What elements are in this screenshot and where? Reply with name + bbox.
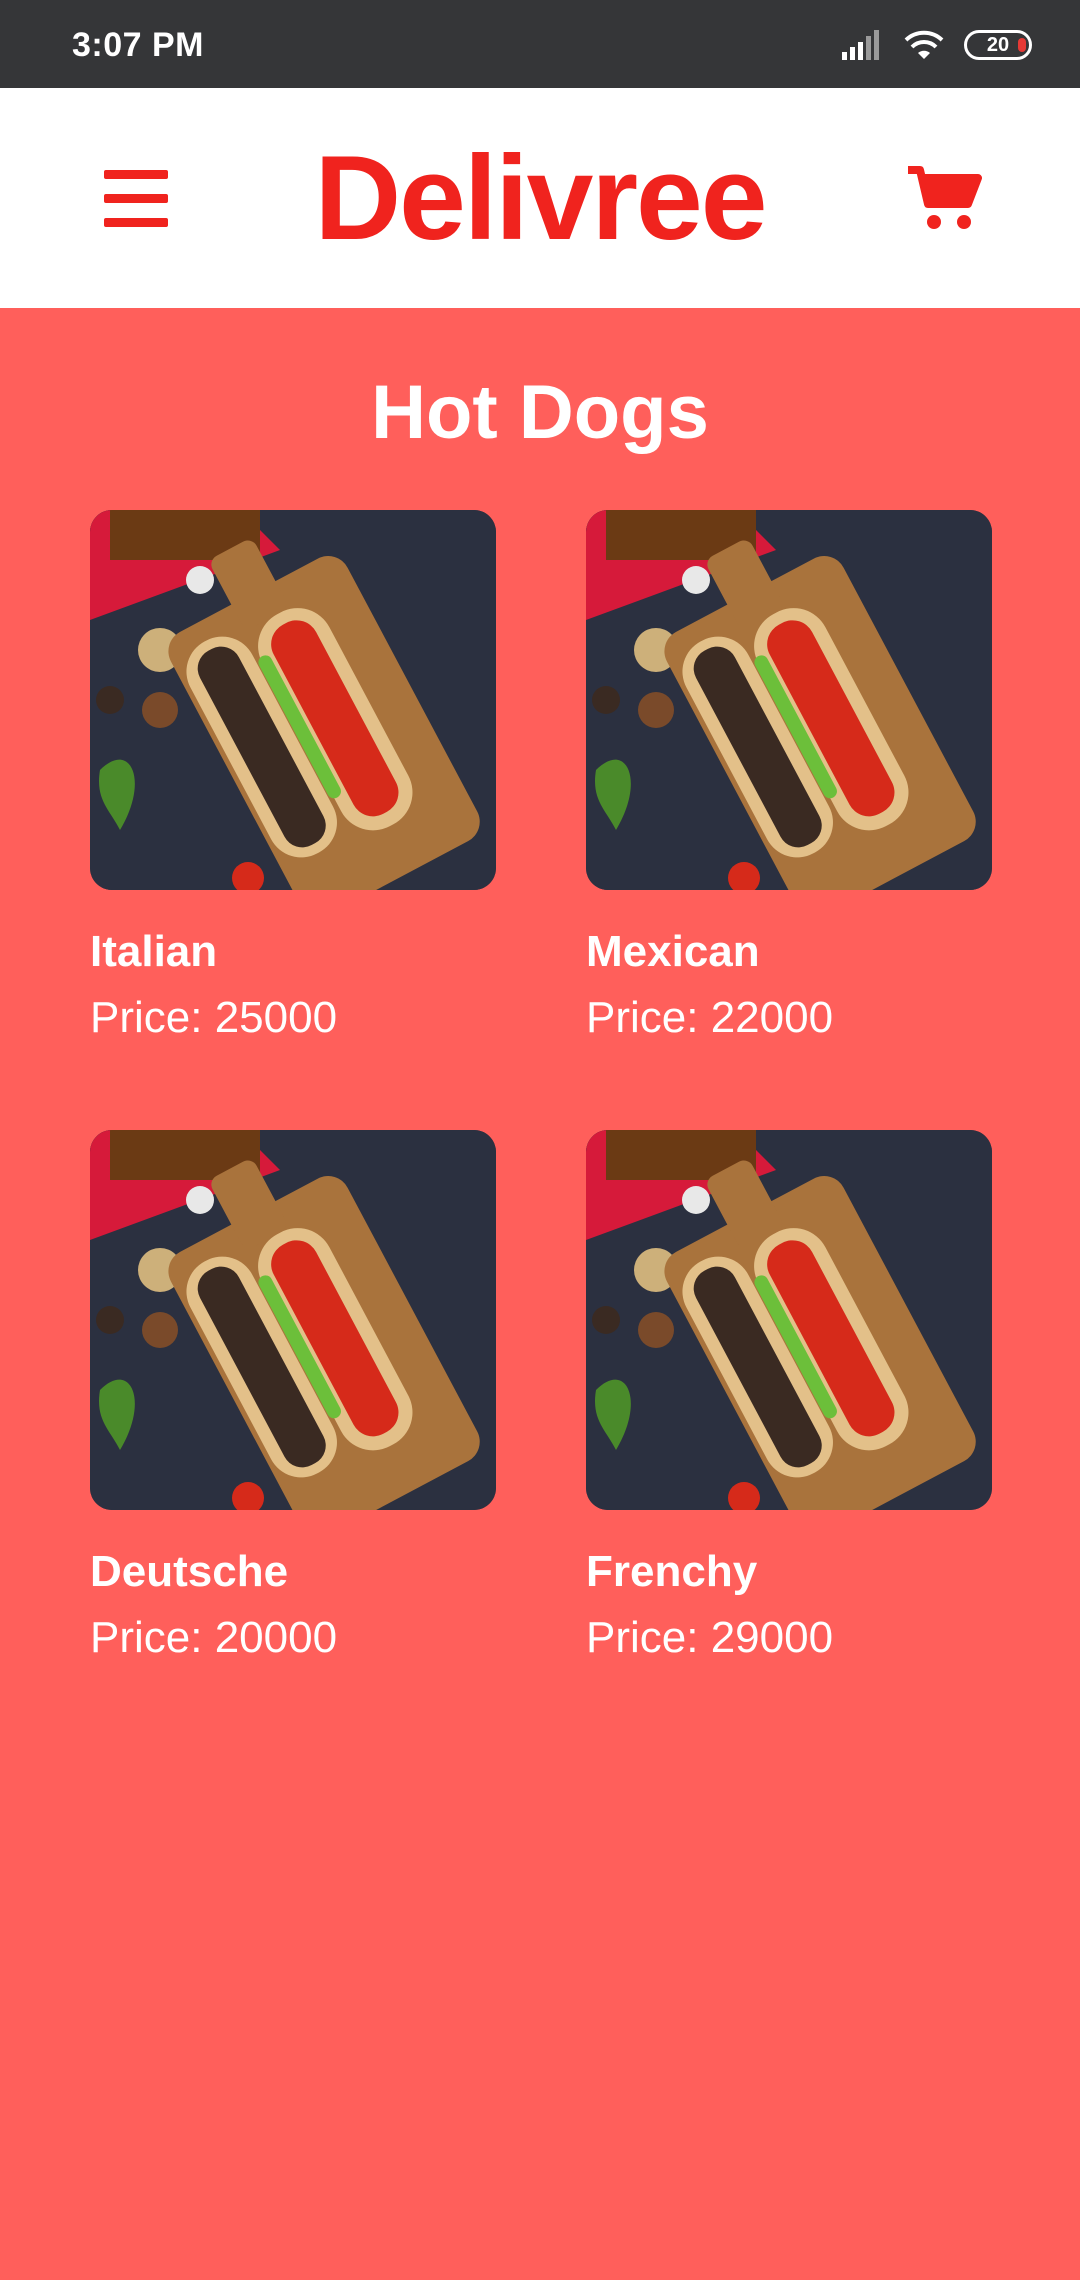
battery-level: 20 [986, 33, 1010, 56]
battery-low-indicator [1018, 38, 1026, 52]
product-card-frenchy[interactable]: Frenchy Price: 29000 [586, 1130, 992, 1664]
status-time: 3:07 PM [72, 26, 204, 64]
product-price: Price: 20000 [90, 1613, 338, 1662]
product-image[interactable] [90, 1130, 496, 1510]
category-title: Hot Dogs [371, 370, 709, 455]
product-card-deutsche[interactable]: Deutsche Price: 20000 [90, 1130, 496, 1664]
main-content: Hot Dogs Italian Price: 25000 Mexican Pr… [0, 308, 1080, 2280]
battery-icon: 20 [964, 30, 1032, 60]
status-bar: 3:07 PM 20 [0, 0, 1080, 88]
app-header: Delivree [0, 88, 1080, 308]
product-name: Italian [90, 927, 218, 976]
product-image[interactable] [90, 510, 496, 890]
product-image[interactable] [586, 510, 992, 890]
status-icons: 20 [840, 28, 1032, 62]
signal-icon [842, 30, 879, 60]
product-name: Deutsche [90, 1547, 289, 1596]
product-card-italian[interactable]: Italian Price: 25000 [90, 510, 496, 1044]
product-image[interactable] [586, 1130, 992, 1510]
brand-logo: Delivree [314, 131, 768, 265]
wifi-icon [904, 30, 944, 59]
shopping-cart-icon[interactable] [906, 164, 982, 234]
hamburger-menu-icon[interactable] [104, 170, 168, 228]
product-name: Mexican [586, 927, 760, 976]
product-price: Price: 25000 [90, 993, 338, 1042]
product-name: Frenchy [586, 1547, 758, 1596]
product-price: Price: 22000 [586, 993, 834, 1042]
product-card-mexican[interactable]: Mexican Price: 22000 [586, 510, 992, 1044]
product-price: Price: 29000 [586, 1613, 834, 1662]
